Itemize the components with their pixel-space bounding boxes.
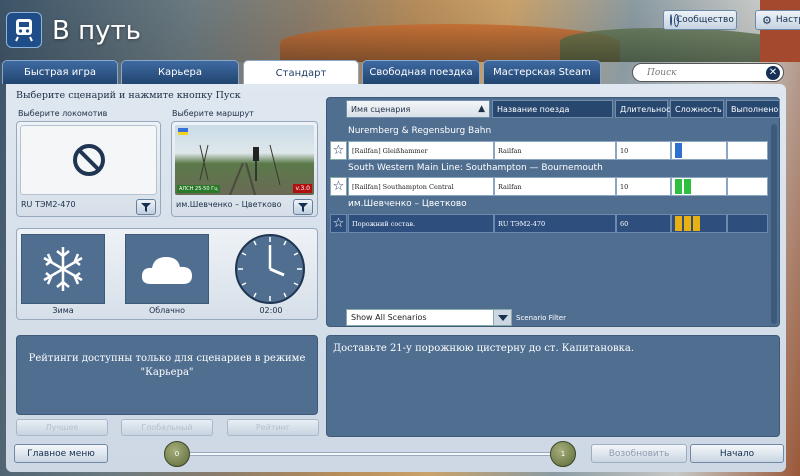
snowflake-icon [43,247,83,291]
col-completed[interactable]: Выполнено [726,100,780,118]
route-label: Выберите маршрут [172,109,254,118]
route-preview-image: АЛСН 25-50 Гц v.3.0 [175,125,314,195]
difficulty-bar [675,143,682,158]
completed-cell [727,177,768,196]
difficulty-bar [675,216,682,231]
completed-cell [727,214,768,233]
slider-min-knob[interactable]: 0 [164,441,190,467]
community-label: Сообщество [676,15,734,25]
scenario-filter-select[interactable]: Show All Scenarios [346,309,512,326]
group-header: South Western Main Line: Southampton — B… [348,163,603,173]
start-button[interactable]: Начало [690,444,784,463]
col-scenario-name[interactable]: Имя сценария ▲ [346,100,490,118]
col-difficulty[interactable]: Сложность [670,100,724,118]
globe-icon [670,14,679,27]
difficulty-bar [675,179,682,194]
train-name-cell: Railfan [494,141,616,160]
slider-max-knob[interactable]: 1 [550,441,576,467]
col-train-name[interactable]: Название поезда [492,100,613,118]
loco-selector[interactable]: RU ТЭМ2-470 [16,121,161,217]
train-name-cell: RU ТЭМ2-470 [494,214,616,233]
group-header: им.Шевченко – Цветково [348,199,467,209]
table-row[interactable]: ☆ [Railfan] Gleißhammer Railfan 10 [330,141,768,160]
train-name-cell: Railfan [494,177,616,196]
table-row-selected[interactable]: ☆ Порожний состав. RU ТЭМ2-470 60 [330,214,768,233]
page-title: В путь [52,16,141,46]
difficulty-cell [671,141,727,160]
resume-button[interactable]: Возобновить [591,444,687,463]
progress-slider[interactable]: 0 1 [164,441,576,467]
scenario-filter-label: Scenario Filter [516,314,566,322]
route-badge-right: v.3.0 [293,184,312,193]
global-button[interactable]: Глобальный [121,419,213,436]
star-icon[interactable]: ☆ [330,177,347,196]
best-button[interactable]: Лучшее [16,419,108,436]
duration-cell: 60 [616,214,671,233]
tab-standard[interactable]: Стандарт [243,60,359,86]
gear-icon: ⚙ [762,13,772,27]
main-menu-button[interactable]: Главное меню [14,444,108,463]
ratings-notice: Рейтинги доступны только для сценариев в… [16,335,318,415]
loco-label: Выберите локомотив [18,109,108,118]
tab-steam-workshop[interactable]: Мастерская Steam [483,60,601,84]
chevron-down-icon [493,310,511,325]
duration-cell: 10 [616,141,671,160]
settings-label: Настр [775,15,800,25]
tab-free-roam[interactable]: Свободная поездка [362,60,480,84]
route-selector[interactable]: АЛСН 25-50 Гц v.3.0 им.Шевченко – Цветко… [171,121,318,217]
cloud-icon [141,257,192,284]
route-name: им.Шевченко – Цветково [176,200,282,209]
sky-button[interactable] [125,234,209,304]
scenario-filter-value: Show All Scenarios [351,313,427,322]
table-row[interactable]: ☆ [Railfan] Southampton Central Railfan … [330,177,768,196]
settings-button[interactable]: ⚙Настр [755,10,800,30]
completed-cell [727,141,768,160]
difficulty-bar [684,179,691,194]
route-badge-left: АЛСН 25-50 Гц [177,185,220,193]
tab-quick-game[interactable]: Быстрая игра [2,60,118,84]
loco-name: RU ТЭМ2-470 [21,200,76,209]
star-icon[interactable]: ☆ [330,214,347,233]
sort-up-icon: ▲ [478,104,485,114]
scenario-name-cell: [Railfan] Gleißhammer [348,141,494,160]
duration-cell: 10 [616,177,671,196]
no-loco-icon [20,125,157,195]
time-label: 02:00 [259,306,283,315]
search-bar: ✕ [632,63,784,82]
col-duration[interactable]: Длительнос [615,100,671,118]
route-filter-icon[interactable] [293,199,313,215]
col-scenario-name-label: Имя сценария [351,104,411,114]
difficulty-bar [684,216,691,231]
season-label: Зима [52,306,74,315]
scenario-name-cell: [Railfan] Southampton Central [348,177,494,196]
difficulty-cell [671,214,727,233]
star-icon[interactable]: ☆ [330,141,347,160]
season-button[interactable] [21,234,105,304]
weather-panel: Зима Облачно 02:00 [16,228,318,320]
instruction-text: Выберите сценарий и нажмите кнопку Пуск [16,90,241,101]
clear-search-icon[interactable]: ✕ [766,66,780,80]
difficulty-bar [693,216,700,231]
scenario-name-cell: Порожний состав. [348,214,494,233]
leaderboard-button[interactable]: Рейтинг [227,419,319,436]
train-logo-icon [6,12,42,48]
search-input[interactable] [633,64,753,81]
sky-label: Облачно [148,306,186,315]
community-button[interactable]: Сообщество [663,10,737,30]
slider-track [174,452,564,456]
clock-icon[interactable] [234,233,306,305]
group-header: Nuremberg & Regensburg Bahn [348,126,492,136]
scenario-description: Доставьте 21-у порожнюю цистерну до ст. … [326,335,780,437]
loco-filter-icon[interactable] [136,199,156,215]
tab-career[interactable]: Карьера [121,60,239,84]
difficulty-cell [671,177,727,196]
scenario-scrollbar[interactable] [771,124,777,324]
